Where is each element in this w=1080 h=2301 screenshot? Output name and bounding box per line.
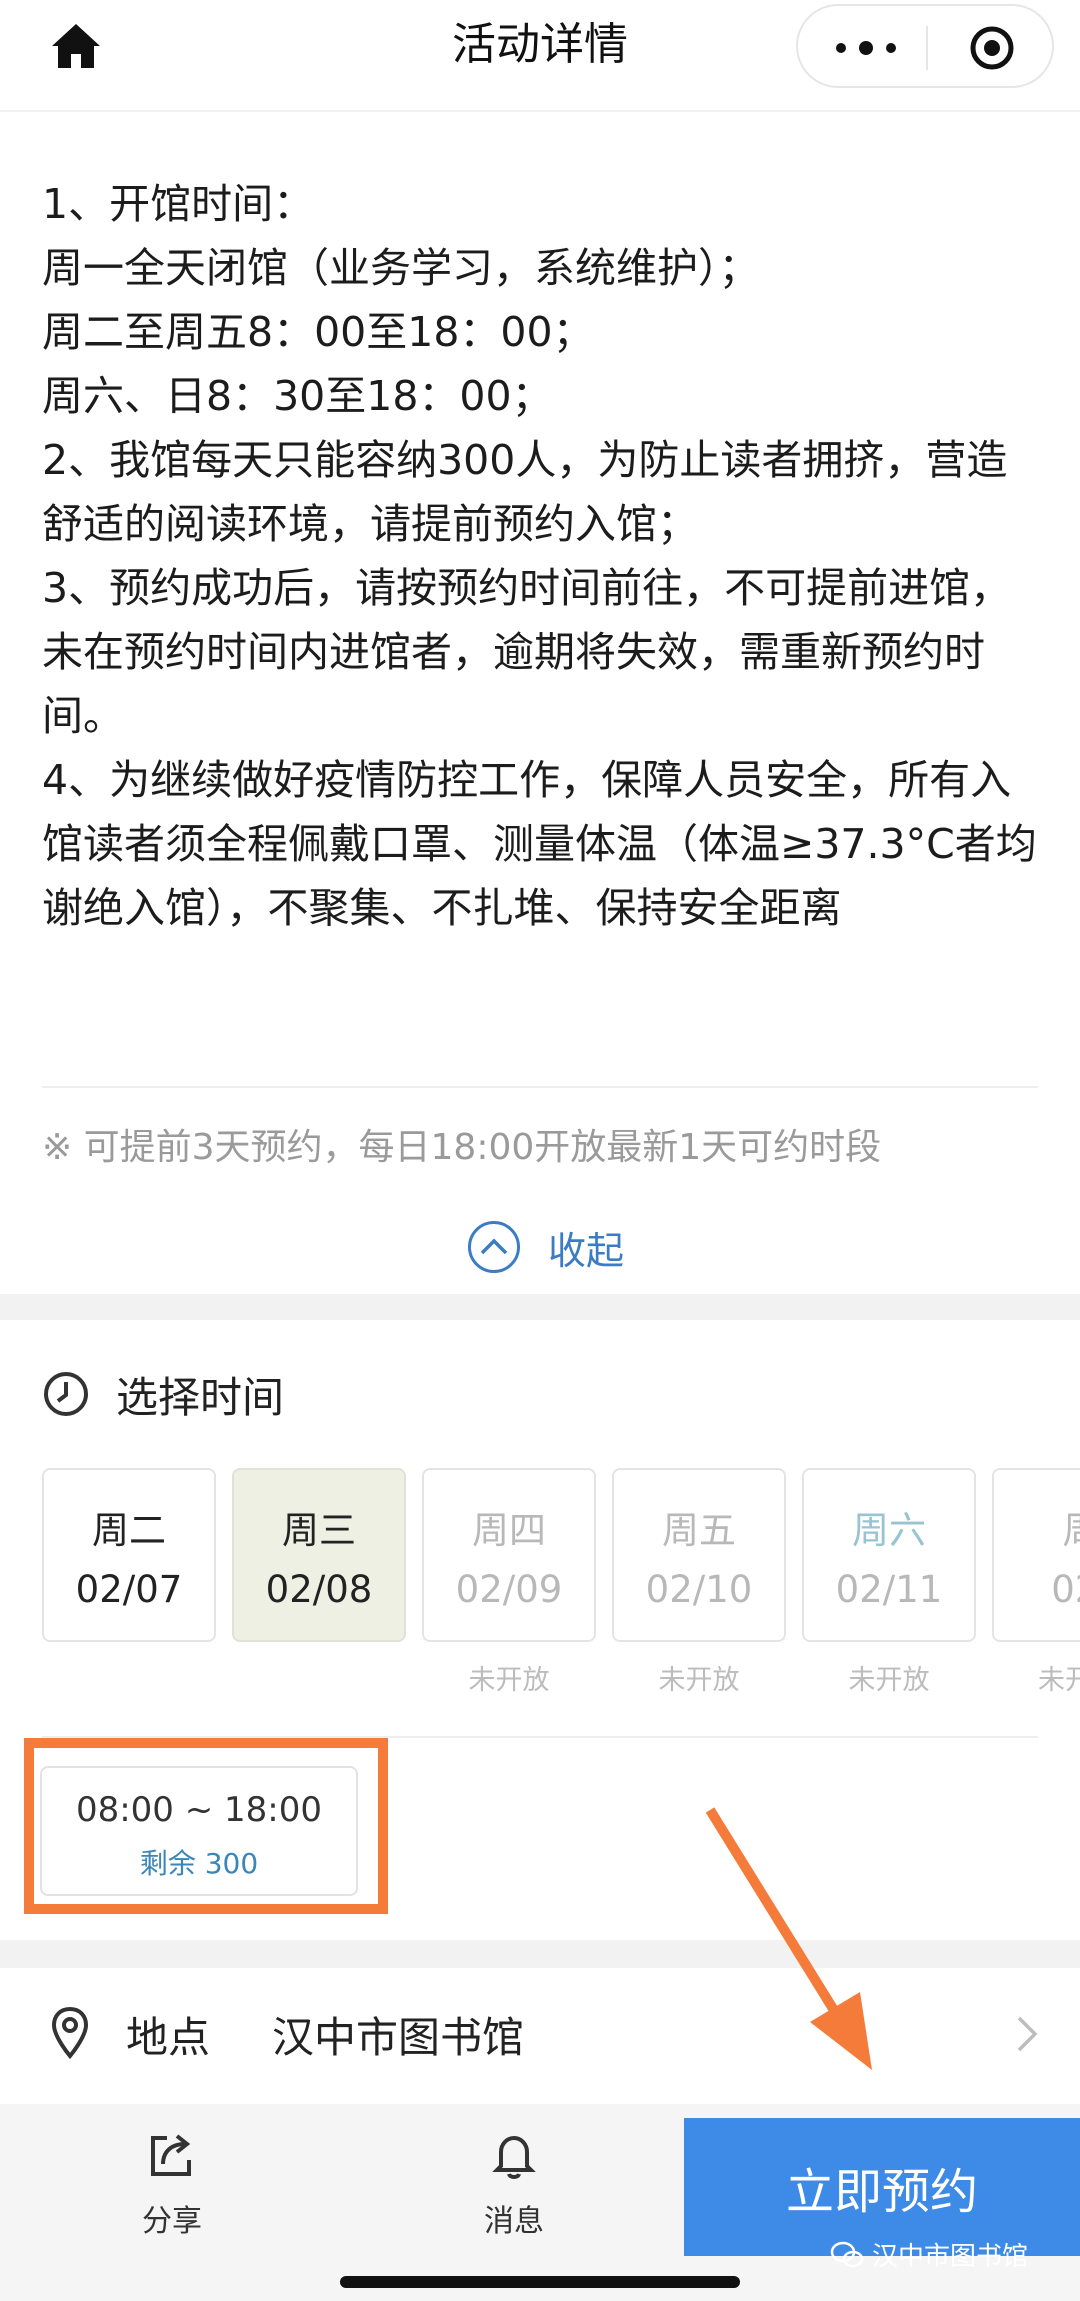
rules-line: 周六、日8：30至18：00；	[42, 372, 553, 420]
divider	[42, 1086, 1038, 1088]
day-weekday: 周	[994, 1500, 1080, 1554]
day-weekday: 周六	[852, 1509, 926, 1552]
day-option-sun-partial[interactable]: 周 02/	[992, 1468, 1080, 1642]
day-date: 02/11	[835, 1568, 943, 1611]
rules-line: 1、开馆时间：	[42, 180, 315, 228]
day-weekday: 周二	[92, 1509, 166, 1552]
day-option-wed-selected[interactable]: 周三 02/08	[232, 1468, 406, 1642]
top-nav-bar: 活动详情	[0, 0, 1080, 112]
day-weekday: 周四	[472, 1509, 546, 1552]
chevron-right-icon	[1017, 2016, 1038, 2052]
day-status: 未开放	[468, 1665, 550, 1696]
more-icon[interactable]	[836, 26, 896, 70]
wechat-icon	[830, 2241, 864, 2267]
location-row[interactable]: 地点 汉中市图书馆	[0, 1976, 1080, 2086]
message-label: 消息	[484, 2204, 544, 2239]
booking-note: ※ 可提前3天预约，每日18:00开放最新1天可约时段	[42, 1127, 882, 1168]
mini-program-capsule	[796, 4, 1054, 88]
account-watermark: 汉中市图书馆	[830, 2236, 1028, 2273]
time-select-header: 选择时间	[42, 1364, 284, 1424]
day-date: 02/08	[265, 1568, 373, 1611]
day-status: 未开放	[848, 1665, 930, 1696]
rules-line: 2、我馆每天只能容纳300人，为防止读者拥挤，营造舒适的阅读环境，请提前预约入馆…	[42, 436, 1008, 548]
slot-remaining: 剩余 300	[139, 1847, 259, 1880]
day-date: 02/10	[645, 1568, 753, 1611]
rules-line: 4、为继续做好疫情防控工作，保障人员安全，所有入馆读者须全程佩戴口罩、测量体温（…	[42, 756, 1037, 932]
home-indicator	[340, 2276, 740, 2288]
share-button[interactable]: 分享	[92, 2128, 252, 2240]
section-gap	[0, 1940, 1080, 1968]
day-date: 02/07	[75, 1568, 183, 1611]
collapse-button[interactable]: 收起	[468, 1218, 624, 1276]
slot-time: 08:00 ~ 18:00	[75, 1790, 323, 1830]
watermark-text: 汉中市图书馆	[872, 2242, 1029, 2272]
chevron-up-icon	[468, 1221, 520, 1273]
day-date: 02/09	[455, 1568, 563, 1611]
day-status: 未开	[1038, 1665, 1080, 1696]
time-slot-option[interactable]: 08:00 ~ 18:00 剩余 300	[40, 1766, 358, 1896]
annotation-arrow	[705, 1807, 872, 2070]
day-weekday: 周三	[282, 1509, 356, 1552]
section-gap	[0, 1294, 1080, 1320]
location-pin-icon	[51, 2006, 89, 2060]
share-label: 分享	[142, 2204, 202, 2239]
collapse-label: 收起	[548, 1228, 625, 1273]
close-target-icon[interactable]	[968, 24, 1016, 72]
day-option-thu[interactable]: 周四 02/09	[422, 1468, 596, 1642]
location-value: 汉中市图书馆	[272, 2013, 525, 2062]
bell-icon	[492, 2135, 536, 2179]
day-weekday: 周五	[662, 1509, 736, 1552]
day-option-sat[interactable]: 周六 02/11	[802, 1468, 976, 1642]
activity-rules: 1、开馆时间： 周一全天闭馆（业务学习，系统维护）； 周二至周五8：00至18：…	[42, 172, 1042, 940]
day-option-tue[interactable]: 周二 02/07	[42, 1468, 216, 1642]
day-date: 02/	[1051, 1568, 1080, 1611]
location-label: 地点	[126, 2013, 211, 2062]
day-option-fri[interactable]: 周五 02/10	[612, 1468, 786, 1642]
day-status: 未开放	[658, 1665, 740, 1696]
rules-line: 周二至周五8：00至18：00；	[42, 308, 594, 356]
rules-line: 3、预约成功后，请按预约时间前往，不可提前进馆，未在预约时间内进馆者，逾期将失效…	[42, 564, 1012, 740]
time-select-title: 选择时间	[116, 1372, 285, 1422]
clock-icon	[44, 1372, 88, 1416]
message-button[interactable]: 消息	[434, 2128, 594, 2240]
rules-line: 周一全天闭馆（业务学习，系统维护）；	[42, 244, 760, 292]
share-icon	[151, 2134, 191, 2176]
